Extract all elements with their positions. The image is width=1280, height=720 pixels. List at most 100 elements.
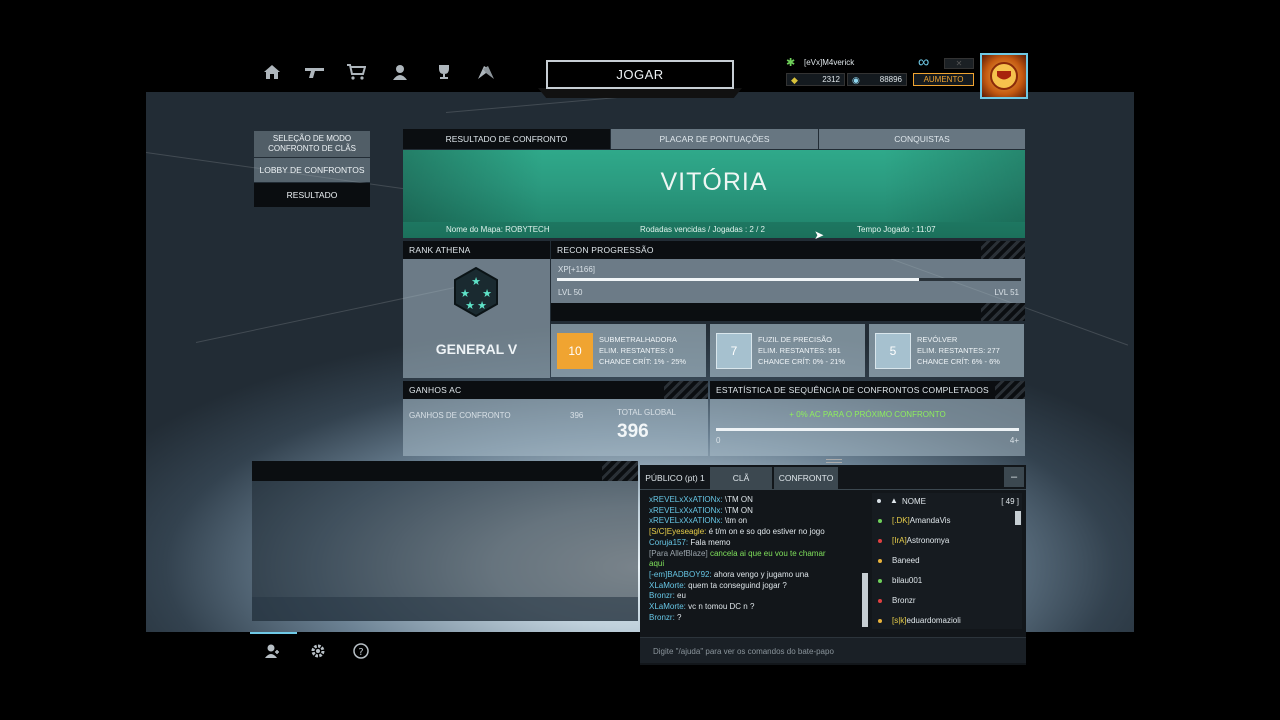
chat-sender[interactable]: Bronzr: — [649, 613, 675, 622]
chat-sender[interactable]: xREVELxXxATIONx: — [649, 506, 723, 515]
status-dot-icon — [878, 598, 882, 603]
streak-min: 0 — [716, 436, 721, 445]
weapon-level: 5 — [875, 333, 911, 369]
rounds-won: Rodadas vencidas / Jogadas : 2 / 2 — [640, 225, 765, 234]
chat-sender[interactable]: Bronzr: — [649, 591, 675, 600]
chat-message: aqui — [649, 559, 864, 570]
menu-lobby[interactable]: LOBBY DE CONFRONTOS — [254, 158, 370, 182]
player-list-item[interactable]: bilau001 — [878, 576, 922, 585]
chat-text: eu — [677, 591, 686, 601]
tab-match-result[interactable]: RESULTADO DE CONFRONTO — [403, 129, 610, 149]
chat-sender[interactable]: XLaMorte: — [649, 602, 686, 611]
tab-scoreboard[interactable]: PLACAR DE PONTUAÇÕES — [611, 129, 818, 149]
chat-panel: PÚBLICO (pt) 1 CLÃ CONFRONTO – xREVELxXx… — [640, 465, 1026, 665]
chat-message: XLaMorte: vc n tomou DC n ? — [649, 602, 864, 613]
status-dot-icon — [878, 558, 882, 563]
weapon-level: 10 — [557, 333, 593, 369]
status-dot-icon — [878, 518, 882, 523]
chat-sender[interactable]: [Para AllefBlaze] — [649, 549, 708, 558]
chat-tab-clan[interactable]: CLÃ — [710, 467, 772, 489]
party-panel — [252, 481, 638, 621]
weapon-card-revolver: 5 REVÓLVER ELIM. RESTANTES: 277 CHANCE C… — [869, 324, 1024, 377]
clan-icon: ✱ — [786, 57, 796, 69]
player-list-scrollbar[interactable] — [1015, 511, 1021, 525]
chat-input-bar: Digite "/ajuda" para ver os comandos do … — [640, 637, 1026, 663]
home-icon[interactable] — [261, 63, 283, 81]
chat-input[interactable]: Digite "/ajuda" para ver os comandos do … — [653, 647, 834, 656]
player-count: [ 49 ] — [1001, 497, 1019, 506]
tab-achievements[interactable]: CONQUISTAS — [819, 129, 1025, 149]
chat-text: ? — [677, 612, 682, 622]
map-name: Nome do Mapa: ROBYTECH — [446, 225, 550, 234]
ac-value: 396 — [570, 411, 584, 420]
player-name: bilau001 — [892, 576, 923, 585]
streak-bar — [716, 428, 1019, 431]
chat-sender[interactable]: xREVELxXxATIONx: — [649, 495, 723, 504]
chat-text: quem ta conseguind jogar ? — [688, 580, 787, 590]
menu-result[interactable]: RESULTADO — [254, 183, 370, 207]
weapon-icon[interactable] — [304, 63, 326, 81]
player-list-item[interactable]: [.DK] AmandaVis — [878, 516, 951, 525]
menu-mode-select[interactable]: SELEÇÃO DE MODO CONFRONTO DE CLÃS — [254, 131, 370, 157]
boost-button[interactable]: AUMENTO — [913, 73, 974, 86]
player-list-header[interactable]: NOME — [902, 497, 926, 506]
avatar-emblem-icon — [990, 62, 1018, 90]
chat-minimize-button[interactable]: – — [1004, 467, 1024, 487]
player-list-item[interactable]: Bronzr — [878, 596, 916, 605]
chat-sender[interactable]: [S/C]Eyeseagle: — [649, 527, 706, 536]
ac-total-label: TOTAL GLOBAL — [617, 408, 676, 417]
sort-arrow-icon[interactable]: ▲ — [890, 496, 898, 505]
chat-sender[interactable]: [-em]BADBOY92: — [649, 570, 712, 579]
player-name: Baneed — [892, 556, 920, 565]
ac-label: GANHOS DE CONFRONTO — [409, 411, 511, 420]
progress-panel: RECON PROGRESSÃO XP[+1166] LVL 50 LVL 51 — [551, 241, 1025, 321]
cart-icon[interactable] — [345, 63, 367, 81]
player-list-item[interactable]: [s|k] eduardomazioli — [878, 616, 961, 625]
player-list-item[interactable]: [IrA] Astronomya — [878, 536, 949, 545]
friends-icon[interactable] — [263, 642, 281, 660]
party-panel-header — [252, 461, 638, 481]
gem-icon: ◉ — [852, 75, 860, 85]
profile-icon[interactable] — [389, 63, 411, 81]
chat-scrollbar[interactable] — [862, 573, 868, 627]
chat-text: \tm on — [724, 516, 748, 526]
svg-text:★: ★ — [465, 299, 475, 312]
chat-tab-public[interactable]: PÚBLICO (pt) 1 — [642, 467, 708, 489]
settings-icon[interactable] — [309, 642, 327, 660]
chat-message: xREVELxXxATIONx: \TM ON — [649, 506, 864, 517]
svg-text:★: ★ — [471, 275, 481, 288]
svg-text:?: ? — [358, 647, 363, 658]
player-list-item[interactable]: Baneed — [878, 556, 920, 565]
ac-header: GANHOS AC — [403, 381, 708, 399]
weapon-crit: CHANCE CRÍT: 1% - 25% — [599, 357, 687, 366]
streak-max: 4+ — [1009, 436, 1019, 445]
help-icon[interactable]: ? — [352, 642, 370, 660]
status-dot-icon — [878, 618, 882, 623]
gems-value: 88896 — [879, 75, 902, 84]
username: [eVx]M4verick — [804, 58, 855, 67]
progress-header: RECON PROGRESSÃO — [551, 241, 1025, 259]
chat-messages: xREVELxXxATIONx: \TM ON xREVELxXxATIONx: … — [649, 495, 864, 627]
trophy-icon[interactable] — [433, 63, 455, 81]
player-name: Bronzr — [892, 596, 916, 605]
chat-sender[interactable]: XLaMorte: — [649, 581, 686, 590]
chat-sender[interactable]: xREVELxXxATIONx: — [649, 516, 723, 525]
streak-header: ESTATÍSTICA DE SEQUÊNCIA DE CONFRONTOS C… — [710, 381, 1025, 399]
weapon-elims: ELIM. RESTANTES: 0 — [599, 346, 674, 355]
chat-sender[interactable]: Coruja157: — [649, 538, 688, 547]
play-button[interactable]: JOGAR — [546, 60, 734, 89]
flags-icon[interactable] — [475, 63, 497, 81]
chat-text: \TM ON — [724, 495, 753, 504]
chat-resize-handle[interactable] — [826, 459, 842, 463]
player-name: eduardomazioli — [906, 616, 961, 625]
avatar[interactable] — [980, 53, 1028, 99]
chat-text: cancela ai que eu vou te chamar — [709, 548, 826, 558]
weapons-header — [551, 303, 1025, 321]
weapon-card-smg: 10 SUBMETRALHADORA ELIM. RESTANTES: 0 CH… — [551, 324, 706, 377]
ac-total: 396 — [617, 421, 649, 442]
weapon-crit: CHANCE CRÍT: 6% - 6% — [917, 357, 1000, 366]
level-from: LVL 50 — [558, 288, 583, 297]
chat-text: é t/m on e so qdo estiver no jogo — [708, 527, 825, 537]
chat-tab-match[interactable]: CONFRONTO — [774, 467, 838, 489]
active-indicator — [250, 632, 297, 634]
